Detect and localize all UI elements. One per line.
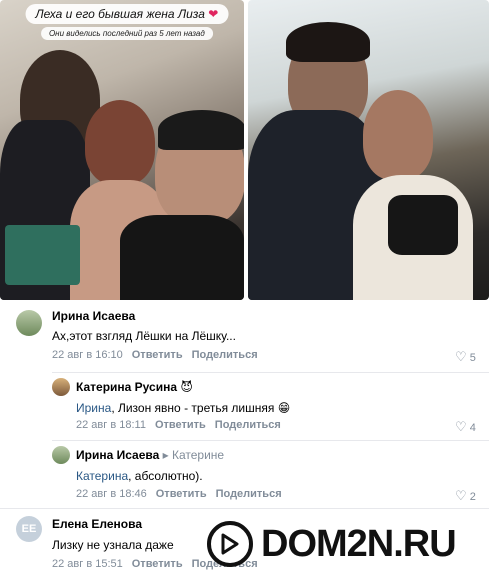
play-logo-icon <box>207 521 253 567</box>
green-bag <box>5 225 80 285</box>
hair <box>286 22 370 62</box>
comment-author[interactable]: Елена Еленова <box>52 517 142 531</box>
like-count: 4 <box>469 422 476 434</box>
watermark: DOM2N.RU <box>207 518 489 570</box>
devil-emoji-icon: 😈 <box>180 380 193 394</box>
comment-reply: Ирина Исаева ▸ Катерине Катерина, абсолю… <box>0 440 489 508</box>
photo-right[interactable] <box>248 0 489 300</box>
comment-date[interactable]: 22 авг в 18:11 <box>76 419 146 431</box>
person-figure <box>388 195 458 255</box>
comment-text: Катерина, абсолютно). <box>76 469 203 483</box>
avatar[interactable]: ЕЕ <box>16 516 42 542</box>
comment-reply: Катерина Русина 😈 Ирина, Лизон явно - тр… <box>0 372 489 440</box>
comment-text: Лизку не узнала даже <box>52 538 174 552</box>
avatar[interactable] <box>16 310 42 336</box>
reply-to-label[interactable]: ▸ Катерине <box>163 448 224 462</box>
cap <box>158 110 244 150</box>
person-figure <box>120 215 244 300</box>
person-figure <box>85 100 155 185</box>
comment: Ирина Исаева Ах,этот взгляд Лёшки на Лёш… <box>0 300 489 372</box>
comment-date[interactable]: 22 авг в 15:51 <box>52 558 123 570</box>
comment-text: Ирина, Лизон явно - третья лишняя 😁 <box>76 401 291 415</box>
share-button[interactable]: Поделиться <box>216 488 282 500</box>
like-count: 5 <box>469 352 476 364</box>
reply-button[interactable]: Ответить <box>132 558 183 570</box>
watermark-text: DOM2N.RU <box>261 523 457 565</box>
post-photos: Леха и его бывшая жена Лиза ❤ Они видели… <box>0 0 489 300</box>
comment-meta: 22 авг в 18:11 Ответить Поделиться <box>76 419 281 431</box>
comment-date[interactable]: 22 авг в 18:46 <box>76 488 147 500</box>
heart-outline-icon: ♡ <box>455 488 467 503</box>
mention-link[interactable]: Ирина <box>76 401 111 415</box>
photo-left[interactable]: Леха и его бывшая жена Лиза ❤ Они видели… <box>0 0 244 300</box>
like-button[interactable]: ♡ 5 <box>455 349 476 365</box>
comment-author[interactable]: Ирина Исаева ▸ Катерине <box>76 448 224 462</box>
comment-author[interactable]: Катерина Русина 😈 <box>76 380 193 394</box>
reply-button[interactable]: Ответить <box>155 419 206 431</box>
photo-title: Леха и его бывшая жена Лиза ❤ <box>25 4 229 24</box>
comment-date[interactable]: 22 авг в 16:10 <box>52 349 123 361</box>
reply-button[interactable]: Ответить <box>156 488 207 500</box>
person-figure <box>363 90 433 180</box>
like-button[interactable]: ♡ 2 <box>455 488 476 504</box>
heart-emoji-icon: ❤ <box>208 7 219 21</box>
photo-subtitle: Они виделись последний раз 5 лет назад <box>40 27 213 40</box>
like-count: 2 <box>469 491 476 503</box>
heart-outline-icon: ♡ <box>455 349 467 364</box>
like-button[interactable]: ♡ 4 <box>455 419 476 435</box>
comment-meta: 22 авг в 18:46 Ответить Поделиться <box>76 488 282 500</box>
avatar[interactable] <box>52 378 70 396</box>
mention-link[interactable]: Катерина <box>76 469 128 483</box>
comment-author[interactable]: Ирина Исаева <box>52 309 135 323</box>
share-button[interactable]: Поделиться <box>192 349 258 361</box>
share-button[interactable]: Поделиться <box>215 419 281 431</box>
avatar[interactable] <box>52 446 70 464</box>
comment-text: Ах,этот взгляд Лёшки на Лёшку... <box>52 329 236 343</box>
heart-outline-icon: ♡ <box>455 419 467 434</box>
reply-button[interactable]: Ответить <box>132 349 183 361</box>
comment-meta: 22 авг в 16:10 Ответить Поделиться <box>52 349 258 361</box>
